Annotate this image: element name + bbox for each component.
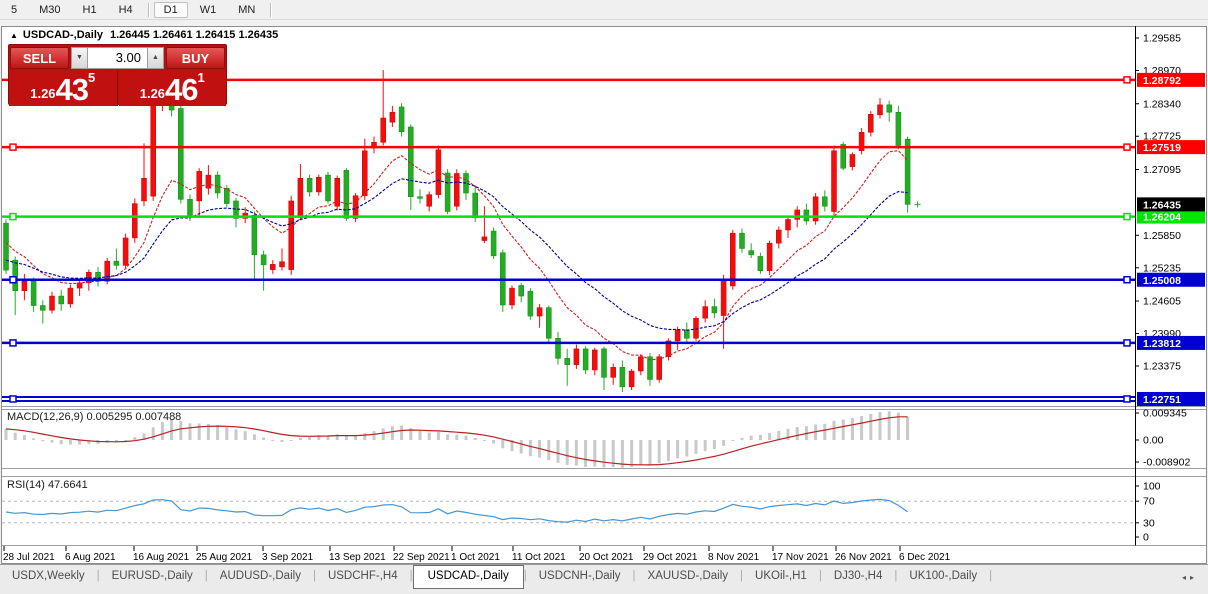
svg-text:0.00: 0.00 — [1143, 435, 1164, 447]
svg-text:0: 0 — [1143, 532, 1149, 544]
buy-price-sup: 1 — [197, 70, 205, 85]
chart-window-frame — [1, 26, 1207, 564]
price-tag: 1.26435 — [1137, 197, 1205, 212]
chart-title-bar: ▲ USDCAD-,Daily 1.26445 1.26461 1.26415 1.… — [10, 29, 278, 41]
svg-text:1.27519: 1.27519 — [1143, 142, 1181, 154]
svg-text:6 Aug 2021: 6 Aug 2021 — [65, 552, 116, 563]
line-handle[interactable] — [9, 395, 17, 403]
price-tag: 1.25008 — [1137, 272, 1205, 287]
price-tag: 1.28792 — [1137, 72, 1205, 87]
chart-tab-bar: USDX,Weekly | EURUSD-,Daily | AUDUSD-,Daily |… — [0, 564, 1208, 594]
price-tag: 1.23812 — [1137, 335, 1205, 350]
svg-text:70: 70 — [1143, 496, 1155, 508]
sell-button[interactable]: SELL — [10, 47, 69, 69]
line-handle[interactable] — [1123, 395, 1131, 403]
svg-text:1.25850: 1.25850 — [1143, 230, 1181, 242]
chart-tab-usdx-weekly[interactable]: USDX,Weekly — [0, 566, 97, 587]
chart-tab-dj30-h4[interactable]: DJ30-,H4 — [822, 566, 895, 587]
line-handle[interactable] — [9, 276, 17, 284]
chart-tab-usdcad-daily[interactable]: USDCAD-,Daily — [412, 565, 524, 589]
svg-text:16 Aug 2021: 16 Aug 2021 — [133, 552, 190, 563]
buy-price-display[interactable]: 1.26 46 1 — [118, 70, 226, 107]
tab-scroll-arrows[interactable]: ◂▸ — [1182, 573, 1198, 582]
terminal-window: 5 M30 H1 H4 D1 W1 MN 1.29585 1.28970 1.28340 1.27… — [0, 0, 1208, 594]
svg-text:20 Oct 2021: 20 Oct 2021 — [579, 552, 634, 563]
chart-tab-uk100-daily[interactable]: UK100-,Daily — [897, 566, 989, 587]
svg-text:-0.008902: -0.008902 — [1143, 457, 1190, 469]
chart-tab-xauusd-daily[interactable]: XAUUSD-,Daily — [636, 566, 741, 587]
price-tag: 1.22751 — [1137, 391, 1205, 406]
line-handle[interactable] — [9, 339, 17, 347]
svg-text:1.23375: 1.23375 — [1143, 361, 1181, 373]
chart-tab-ukoil-h1[interactable]: UKOil-,H1 — [743, 566, 819, 587]
chart-tab-usdcnh-daily[interactable]: USDCNH-,Daily — [527, 566, 633, 587]
line-handle[interactable] — [1123, 76, 1131, 84]
svg-text:26 Nov 2021: 26 Nov 2021 — [835, 552, 892, 563]
price-tag: 1.27519 — [1137, 140, 1205, 155]
svg-text:1.24605: 1.24605 — [1143, 296, 1181, 308]
svg-text:29 Oct 2021: 29 Oct 2021 — [643, 552, 698, 563]
svg-text:17 Nov 2021: 17 Nov 2021 — [772, 552, 829, 563]
one-click-trading-panel: SELL ▼ 3.00 ▲ BUY 1.26 43 5 1.26 46 1 — [8, 44, 227, 107]
svg-text:0.009345: 0.009345 — [1143, 408, 1187, 420]
svg-text:6 Dec 2021: 6 Dec 2021 — [899, 552, 951, 563]
line-handle[interactable] — [1123, 212, 1131, 221]
sell-price-big: 43 — [55, 72, 89, 107]
line-handle[interactable] — [9, 143, 17, 151]
svg-text:1.27095: 1.27095 — [1143, 164, 1181, 176]
svg-text:1.28340: 1.28340 — [1143, 98, 1181, 110]
svg-text:11 Oct 2021: 11 Oct 2021 — [512, 552, 566, 563]
buy-button[interactable]: BUY — [166, 47, 225, 69]
sell-price-display[interactable]: 1.26 43 5 — [9, 71, 118, 106]
chart-ohlc-values: 1.26445 1.26461 1.26415 1.26435 — [110, 29, 279, 41]
svg-text:1.26435: 1.26435 — [1143, 199, 1181, 211]
line-handle[interactable] — [1123, 143, 1131, 151]
svg-text:28 Jul 2021: 28 Jul 2021 — [3, 552, 55, 563]
svg-text:1.25008: 1.25008 — [1143, 275, 1181, 287]
svg-text:1.26204: 1.26204 — [1143, 212, 1181, 224]
tab-separator: | — [989, 570, 993, 582]
svg-text:1.22751: 1.22751 — [1143, 394, 1181, 406]
chart-tab-usdchf-h4[interactable]: USDCHF-,H4 — [316, 566, 410, 587]
buy-price-prefix: 1.26 — [139, 86, 166, 101]
svg-text:25 Aug 2021: 25 Aug 2021 — [196, 552, 253, 563]
sell-price-prefix: 1.26 — [30, 86, 56, 101]
rsi-indicator-label: RSI(14) 47.6641 — [7, 479, 88, 491]
line-handle[interactable] — [1123, 276, 1131, 284]
macd-indicator-label: MACD(12,26,9) 0.005295 0.007488 — [7, 411, 182, 423]
svg-text:100: 100 — [1143, 481, 1161, 493]
tab-scroll-left-icon: ◂ — [1181, 573, 1190, 582]
chart-tab-audusd-daily[interactable]: AUDUSD-,Daily — [208, 566, 313, 587]
buy-price-big: 46 — [165, 72, 198, 107]
svg-text:1 Oct 2021: 1 Oct 2021 — [451, 552, 500, 563]
line-handle[interactable] — [9, 212, 17, 221]
svg-text:22 Sep 2021: 22 Sep 2021 — [393, 552, 450, 563]
volume-input[interactable]: 3.00 — [88, 47, 147, 69]
svg-text:8 Nov 2021: 8 Nov 2021 — [708, 552, 760, 563]
chart-tab-eurusd-daily[interactable]: EURUSD-,Daily — [100, 566, 205, 587]
collapse-triangle-icon[interactable]: ▲ — [10, 31, 18, 40]
tab-scroll-right-icon: ▸ — [1189, 573, 1198, 582]
sell-price-sup: 5 — [88, 70, 96, 85]
volume-decrease-button[interactable]: ▼ — [71, 47, 88, 69]
svg-text:3 Sep 2021: 3 Sep 2021 — [262, 552, 314, 563]
line-handle[interactable] — [1123, 339, 1131, 347]
volume-increase-button[interactable]: ▲ — [147, 47, 164, 69]
price-tag: 1.26204 — [1137, 209, 1205, 224]
chart-symbol-title: USDCAD-,Daily — [22, 29, 103, 41]
svg-text:1.25235: 1.25235 — [1143, 262, 1181, 274]
svg-text:13 Sep 2021: 13 Sep 2021 — [329, 552, 386, 563]
svg-text:1.29585: 1.29585 — [1143, 33, 1181, 45]
svg-text:30: 30 — [1143, 517, 1155, 529]
svg-text:1.28792: 1.28792 — [1143, 75, 1181, 87]
svg-text:1.23812: 1.23812 — [1143, 338, 1181, 350]
